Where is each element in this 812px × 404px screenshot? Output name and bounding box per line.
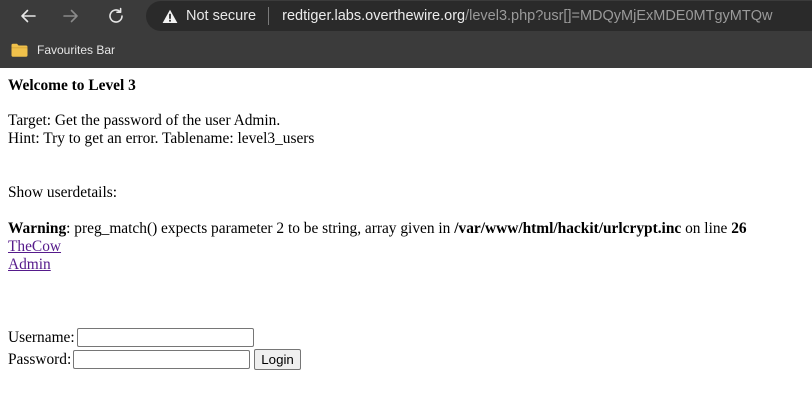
warning-message: : preg_match() expects parameter 2 to be… (66, 220, 455, 237)
user-link-admin[interactable]: Admin (8, 256, 51, 273)
warning-label: Warning (8, 220, 67, 237)
list-item: TheCow (8, 238, 61, 256)
page-content: Welcome to Level 3 Target: Get the passw… (8, 68, 812, 404)
browser-toolbar: Not secure redtiger.labs.overthewire.org… (0, 0, 812, 32)
show-userdetails-text: Show userdetails: (8, 184, 118, 201)
warning-triangle-icon[interactable] (162, 8, 178, 24)
warning-line-number: 26 (731, 220, 747, 237)
list-item: Admin (8, 256, 51, 274)
password-label: Password: (8, 350, 72, 368)
reload-button[interactable] (102, 3, 130, 29)
warning-on-line: on line (681, 220, 732, 237)
forward-arrow-icon (63, 9, 78, 23)
address-separator (268, 7, 270, 25)
favourites-bar-label: Favourites Bar (37, 43, 116, 57)
username-row: Username: (8, 328, 254, 347)
page-title: Welcome to Level 3 (8, 77, 136, 94)
user-link-thecow[interactable]: TheCow (8, 238, 61, 255)
hint-text: Hint: Try to get an error. Tablename: le… (8, 130, 315, 147)
security-status-label[interactable]: Not secure (186, 8, 256, 24)
back-button[interactable] (14, 3, 42, 29)
url-path[interactable]: /level3.php?usr[]=MDQyMjExMDE0MTgyMTQw (465, 8, 772, 24)
forward-button[interactable] (57, 3, 85, 29)
password-row: Password: Login (8, 349, 301, 370)
reload-icon (109, 7, 123, 23)
target-text: Target: Get the password of the user Adm… (8, 112, 281, 129)
username-label: Username: (8, 328, 75, 346)
address-bar[interactable]: Not secure redtiger.labs.overthewire.org… (146, 1, 812, 31)
favourites-bar: Favourites Bar (0, 32, 812, 68)
folder-icon (11, 43, 28, 57)
warning-path: /var/www/html/hackit/urlcrypt.inc (454, 220, 682, 237)
password-field[interactable] (73, 350, 251, 369)
login-button[interactable]: Login (254, 349, 301, 370)
url-host[interactable]: redtiger.labs.overthewire.org (282, 8, 465, 24)
php-warning: Warning: preg_match() expects parameter … (8, 220, 747, 238)
favourites-bar-folder[interactable]: Favourites Bar (11, 40, 115, 60)
username-field[interactable] (76, 328, 254, 347)
back-arrow-icon (21, 9, 36, 23)
